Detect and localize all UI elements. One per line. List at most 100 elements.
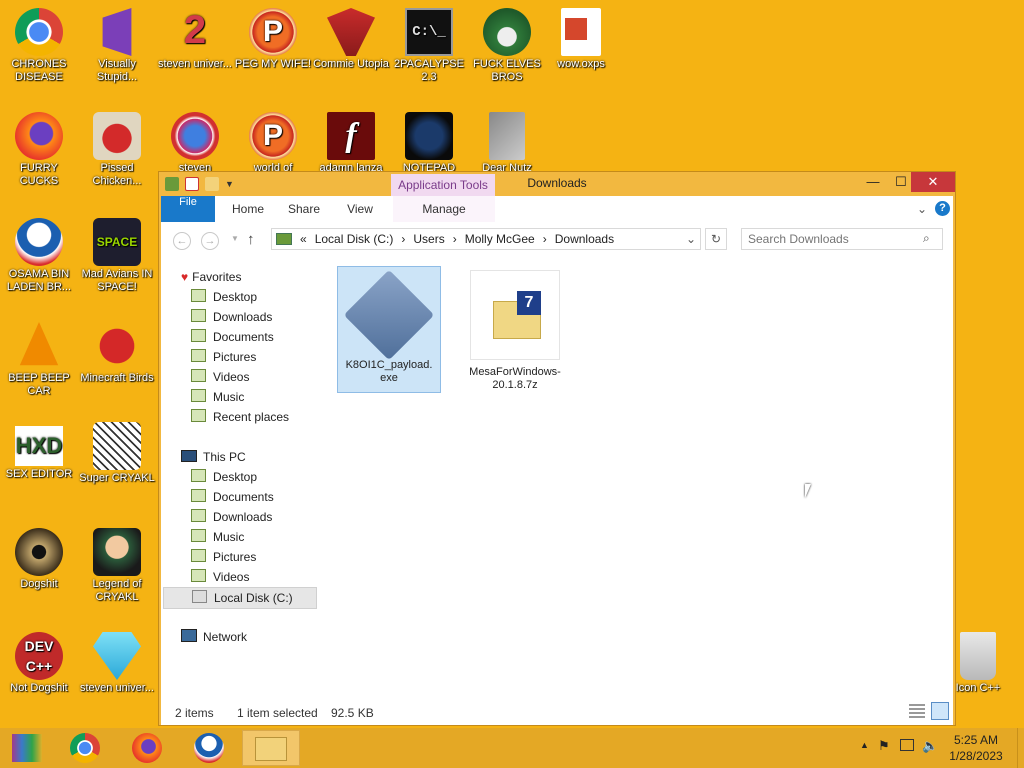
nav-pc-music[interactable]: Music: [191, 527, 244, 547]
hxd-icon: HXD: [15, 426, 63, 466]
desktop-icon[interactable]: Super CRYAKL: [78, 422, 156, 485]
nav-pc-pictures[interactable]: Pictures: [191, 547, 256, 567]
desktop-icon[interactable]: Minecraft Birds: [78, 322, 156, 385]
taskbar-button[interactable]: [182, 730, 236, 766]
computer-icon: [181, 450, 197, 462]
tab-home[interactable]: Home: [223, 196, 273, 222]
nav-favorites-pictures[interactable]: Pictures: [191, 347, 256, 367]
ribbon-expand-icon[interactable]: ⌄: [917, 202, 927, 216]
tab-manage[interactable]: Manage: [393, 196, 495, 222]
nav-favorites-recent-places[interactable]: Recent places: [191, 407, 289, 427]
refresh-button[interactable]: ↻: [705, 228, 727, 250]
title-bar[interactable]: ▼ Application Tools Downloads — ☐ ✕: [159, 172, 955, 196]
item-count: 2 items: [175, 706, 214, 720]
desktop-icon[interactable]: C:\_ 2PACALYPSE 2.3: [390, 8, 468, 84]
search-icon[interactable]: ⌕: [923, 231, 930, 246]
clock-time[interactable]: 5:25 AM: [944, 733, 1008, 747]
nav-this-pc[interactable]: This PC: [181, 447, 246, 467]
volume-icon[interactable]: 🔈: [922, 738, 938, 754]
nav-favorites-music[interactable]: Music: [191, 387, 244, 407]
desktop-icon[interactable]: wow.oxps: [542, 8, 620, 71]
nav-favorites-downloads[interactable]: Downloads: [191, 307, 272, 327]
close-button[interactable]: ✕: [911, 172, 955, 192]
search-input[interactable]: [741, 228, 943, 250]
clock-date[interactable]: 1/28/2023: [944, 749, 1008, 763]
desktop-icon[interactable]: Dear Nutz: [468, 112, 546, 175]
desktop-icon[interactable]: Legend of CRYAKL: [78, 528, 156, 604]
explorer-body: ♥ Favorites Desktop Downloads Documents P…: [161, 258, 953, 699]
address-dropdown-icon[interactable]: ⌄: [686, 232, 696, 246]
desktop-icon[interactable]: Commie Utopia: [312, 8, 390, 71]
nav-favorites-desktop[interactable]: Desktop: [191, 287, 257, 307]
desktop-icon[interactable]: NOTEPAD: [390, 112, 468, 175]
up-button[interactable]: ↑: [247, 231, 255, 248]
forward-button[interactable]: →: [201, 232, 219, 250]
desktop-icon[interactable]: Dogshit: [0, 528, 78, 591]
pictures-folder-icon: [191, 349, 206, 362]
desktop-icon[interactable]: FURRY CUCKS: [0, 112, 78, 188]
taskbar-button[interactable]: [60, 730, 114, 766]
show-hidden-icons-icon[interactable]: ▲: [860, 740, 869, 750]
nav-favorites-videos[interactable]: Videos: [191, 367, 249, 387]
system-tray: ▲ ⚑ 🔈 5:25 AM 1/28/2023: [844, 728, 1024, 768]
breadcrumb-users[interactable]: Users: [413, 232, 444, 246]
firefox-icon: [15, 112, 63, 160]
minimize-button[interactable]: —: [859, 172, 887, 192]
address-overflow[interactable]: «: [300, 232, 307, 246]
recent-locations-icon[interactable]: ▼: [231, 234, 239, 243]
desktop-icon[interactable]: steven univer...: [78, 632, 156, 695]
anime-character-icon: [93, 528, 141, 576]
nav-network[interactable]: Network: [181, 627, 247, 647]
file-name: MesaForWindows-20.1.8.7z: [469, 366, 561, 391]
peggle-icon: P: [249, 8, 297, 56]
desktop-icon[interactable]: 2 steven univer...: [156, 8, 234, 71]
breadcrumb-molly-mcgee[interactable]: Molly McGee: [465, 232, 535, 246]
cd-icon: [15, 528, 63, 576]
address-bar[interactable]: « Local Disk (C:) › Users › Molly McGee …: [271, 228, 701, 250]
large-icons-view-button[interactable]: [931, 702, 949, 720]
desktop-icon[interactable]: DEV C++ Not Dogshit: [0, 632, 78, 695]
desktop-icon[interactable]: Visually Stupid...: [78, 8, 156, 84]
nav-pc-videos[interactable]: Videos: [191, 567, 249, 587]
tab-share[interactable]: Share: [279, 196, 329, 222]
nav-favorites-documents[interactable]: Documents: [191, 327, 274, 347]
nav-pc-desktop[interactable]: Desktop: [191, 467, 257, 487]
navigation-pane: ♥ Favorites Desktop Downloads Documents P…: [161, 258, 321, 699]
file-item[interactable]: 7 MesaForWindows-20.1.8.7z: [463, 266, 567, 393]
nav-pc-downloads[interactable]: Downloads: [191, 507, 272, 527]
show-desktop-button[interactable]: [1017, 728, 1024, 768]
desktop-icon[interactable]: OSAMA BIN LADEN BR...: [0, 218, 78, 294]
videos-folder-icon: [191, 369, 206, 382]
desktop-icon[interactable]: FUCK ELVES BROS: [468, 8, 546, 84]
desktop-icon[interactable]: P world of: [234, 112, 312, 175]
taskbar-button[interactable]: [0, 730, 54, 766]
file-item[interactable]: K8OI1C_payload.exe: [337, 266, 441, 393]
network-tray-icon[interactable]: [900, 739, 914, 751]
taskbar-button-active[interactable]: [242, 730, 300, 766]
desktop-icon[interactable]: BEEP BEEP CAR: [0, 322, 78, 398]
taskbar-button[interactable]: [120, 730, 174, 766]
file-name: K8OI1C_payload.exe: [345, 359, 433, 384]
breadcrumb-local-disk[interactable]: Local Disk (C:): [315, 232, 394, 246]
desktop-icon[interactable]: steven: [156, 112, 234, 175]
tab-view[interactable]: View: [335, 196, 385, 222]
flag-icon[interactable]: ⚑: [878, 738, 890, 754]
obama-logo-icon: [194, 733, 224, 763]
nav-favorites[interactable]: ♥ Favorites: [181, 267, 241, 287]
7z-archive-icon: 7: [470, 270, 560, 360]
peggle-icon: P: [249, 112, 297, 160]
nav-pc-documents[interactable]: Documents: [191, 487, 274, 507]
angry-birds-space-icon: SPACE: [93, 218, 141, 266]
desktop-icon[interactable]: CHRONES DISEASE: [0, 8, 78, 84]
breadcrumb-downloads[interactable]: Downloads: [555, 232, 614, 246]
tab-file[interactable]: File: [161, 196, 215, 222]
nav-pc-local-disk[interactable]: Local Disk (C:): [163, 587, 317, 609]
desktop-icon[interactable]: HXD SEX EDITOR: [0, 426, 78, 481]
desktop-icon[interactable]: f adamn lanza: [312, 112, 390, 175]
desktop-icon[interactable]: P PEG MY WIFE!: [234, 8, 312, 71]
details-view-button[interactable]: [909, 704, 925, 718]
back-button[interactable]: ←: [173, 232, 191, 250]
desktop-icon[interactable]: Pissed Chicken...: [78, 112, 156, 188]
desktop-icon[interactable]: SPACE Mad Avians IN SPACE!: [78, 218, 156, 294]
help-icon[interactable]: ?: [935, 201, 950, 216]
